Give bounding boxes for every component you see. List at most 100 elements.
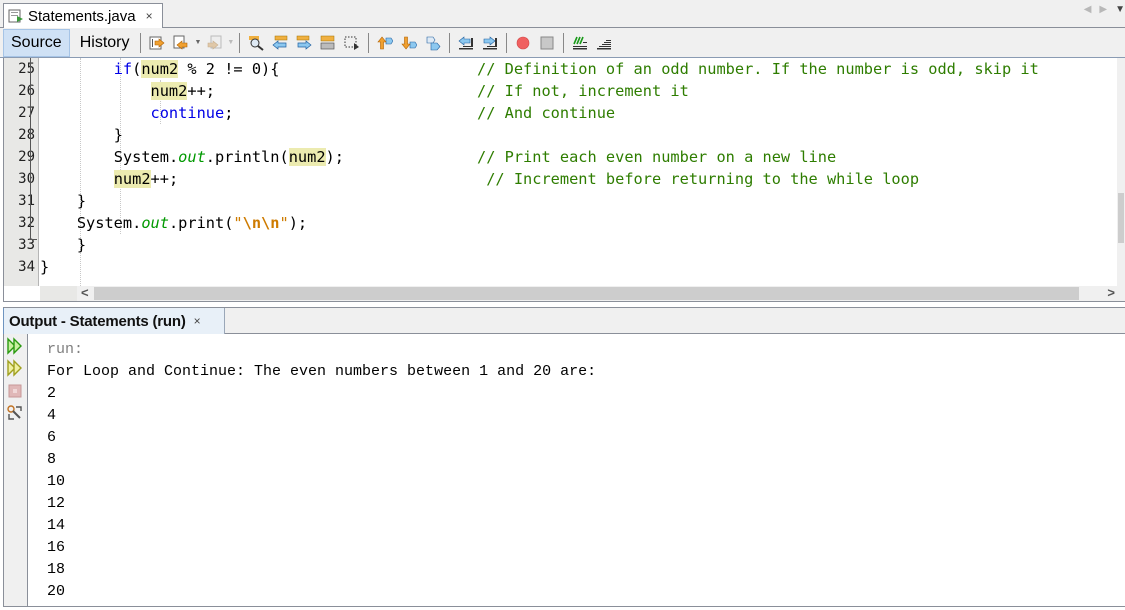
back-icon[interactable] bbox=[171, 33, 191, 53]
code-token: .println( bbox=[205, 148, 289, 166]
highlighted-occurrence: num2 bbox=[113, 170, 151, 188]
code-line[interactable]: continue; bbox=[40, 102, 234, 124]
rerun-icon[interactable] bbox=[6, 337, 24, 355]
output-panel: run: For Loop and Continue: The even numb… bbox=[3, 334, 1125, 607]
toolbar-separator bbox=[449, 32, 451, 53]
find-next-icon[interactable] bbox=[294, 33, 314, 53]
source-view-button[interactable]: Source bbox=[3, 28, 70, 57]
find-previous-icon[interactable] bbox=[270, 33, 290, 53]
rerun-with-parameters-icon[interactable] bbox=[6, 359, 24, 377]
close-tab-icon[interactable]: × bbox=[146, 9, 153, 23]
code-line[interactable]: System.out.print("\n\n"); bbox=[40, 212, 307, 234]
scroll-tabs-right-icon[interactable]: ▶ bbox=[1099, 4, 1107, 15]
code-token: System. bbox=[76, 214, 142, 232]
java-file-icon bbox=[8, 8, 24, 24]
output-number-line: 20 bbox=[47, 583, 66, 600]
vertical-scrollbar[interactable] bbox=[1117, 58, 1125, 286]
output-tab[interactable]: Output - Statements (run) × bbox=[3, 308, 225, 334]
code-editor[interactable]: 25 26 27 28 29 30 31 32 33 34 if(num2 % 2 != 0){/… bbox=[3, 58, 1125, 302]
last-edit-icon[interactable] bbox=[147, 33, 167, 53]
code-line[interactable]: if(num2 % 2 != 0){ bbox=[40, 58, 279, 80]
toggle-rectangular-selection-icon[interactable] bbox=[342, 33, 362, 53]
code-token: ( bbox=[132, 60, 142, 78]
output-number-line: 12 bbox=[47, 495, 66, 512]
code-comment: // And continue bbox=[477, 104, 616, 122]
back-dropdown-icon[interactable]: ▼ bbox=[194, 39, 201, 46]
comment-icon[interactable] bbox=[570, 33, 590, 53]
toggle-bookmark-icon[interactable] bbox=[423, 33, 443, 53]
line-number: 29 bbox=[18, 149, 35, 165]
previous-bookmark-icon[interactable] bbox=[375, 33, 395, 53]
settings-icon[interactable] bbox=[6, 404, 24, 422]
output-number-line: 16 bbox=[47, 539, 66, 556]
tab-navigation: ◀ ▶ ▼ bbox=[1084, 4, 1125, 15]
shift-line-left-icon[interactable] bbox=[456, 33, 476, 53]
highlighted-occurrence: num2 bbox=[141, 60, 179, 78]
fold-marker-line bbox=[30, 58, 31, 239]
code-token: ++; bbox=[187, 82, 215, 100]
code-token: } bbox=[40, 258, 50, 276]
output-number-line: 14 bbox=[47, 517, 66, 534]
toolbar-separator bbox=[140, 32, 142, 53]
code-comment: // Print each even number on a new line bbox=[477, 148, 837, 166]
string-literal: \n\n bbox=[242, 214, 280, 232]
output-number-line: 4 bbox=[47, 407, 57, 424]
close-output-icon[interactable]: × bbox=[194, 314, 201, 328]
uncomment-icon[interactable] bbox=[594, 33, 614, 53]
string-literal: " bbox=[233, 214, 243, 232]
find-selection-icon[interactable] bbox=[246, 33, 266, 53]
history-view-button[interactable]: History bbox=[73, 29, 137, 57]
stop-macro-recording-icon[interactable] bbox=[537, 33, 557, 53]
line-number: 26 bbox=[18, 83, 35, 99]
horizontal-scrollbar[interactable]: < > bbox=[77, 285, 1125, 301]
code-token: } bbox=[113, 126, 123, 144]
next-bookmark-icon[interactable] bbox=[399, 33, 419, 53]
static-field-token: out bbox=[141, 214, 169, 232]
code-line[interactable]: } bbox=[40, 190, 86, 212]
horizontal-scrollbar-thumb[interactable] bbox=[94, 287, 1079, 300]
scroll-tabs-left-icon[interactable]: ◀ bbox=[1084, 4, 1092, 15]
vertical-scrollbar-thumb[interactable] bbox=[1118, 193, 1124, 243]
code-line[interactable]: num2++; bbox=[40, 168, 178, 190]
code-comment: // If not, increment it bbox=[477, 82, 689, 100]
fold-marker-end[interactable] bbox=[30, 239, 37, 240]
code-area[interactable]: if(num2 % 2 != 0){// Definition of an od… bbox=[40, 58, 1118, 286]
code-token: System. bbox=[113, 148, 179, 166]
code-token: } bbox=[76, 236, 87, 254]
forward-dropdown-icon[interactable]: ▼ bbox=[227, 39, 234, 46]
code-token: .print( bbox=[168, 214, 234, 232]
highlighted-occurrence: num2 bbox=[288, 148, 326, 166]
scroll-right-icon[interactable]: > bbox=[1107, 285, 1115, 300]
keyword-token: continue bbox=[150, 104, 225, 122]
output-number-line: 18 bbox=[47, 561, 66, 578]
start-macro-recording-icon[interactable] bbox=[513, 33, 533, 53]
scroll-corner bbox=[40, 286, 77, 301]
file-tab-label: Statements.java bbox=[28, 7, 136, 25]
code-token: } bbox=[76, 192, 87, 210]
show-opened-documents-icon[interactable]: ▼ bbox=[1115, 4, 1125, 15]
toolbar-separator bbox=[563, 32, 565, 53]
editor-tab-strip: Statements.java × ◀ ▶ ▼ bbox=[0, 0, 1125, 28]
code-token: ; bbox=[224, 104, 234, 122]
scroll-left-icon[interactable]: < bbox=[81, 285, 89, 300]
code-token: % 2 != 0){ bbox=[178, 60, 280, 78]
line-number: 28 bbox=[18, 127, 35, 143]
toggle-highlight-search-icon[interactable] bbox=[318, 33, 338, 53]
code-line[interactable]: } bbox=[40, 234, 86, 256]
toolbar-separator bbox=[239, 32, 241, 53]
file-tab-statements-java[interactable]: Statements.java × bbox=[3, 3, 163, 28]
keyword-token: if bbox=[113, 60, 133, 78]
code-line[interactable]: } bbox=[40, 256, 49, 278]
shift-line-right-icon[interactable] bbox=[480, 33, 500, 53]
line-number: 27 bbox=[18, 105, 35, 121]
code-line[interactable]: num2++; bbox=[40, 80, 215, 102]
toolbar-separator bbox=[368, 32, 370, 53]
forward-icon[interactable] bbox=[204, 33, 224, 53]
code-line[interactable]: } bbox=[40, 124, 123, 146]
stop-icon[interactable] bbox=[6, 382, 24, 400]
code-line[interactable]: System.out.println(num2); bbox=[40, 146, 344, 168]
